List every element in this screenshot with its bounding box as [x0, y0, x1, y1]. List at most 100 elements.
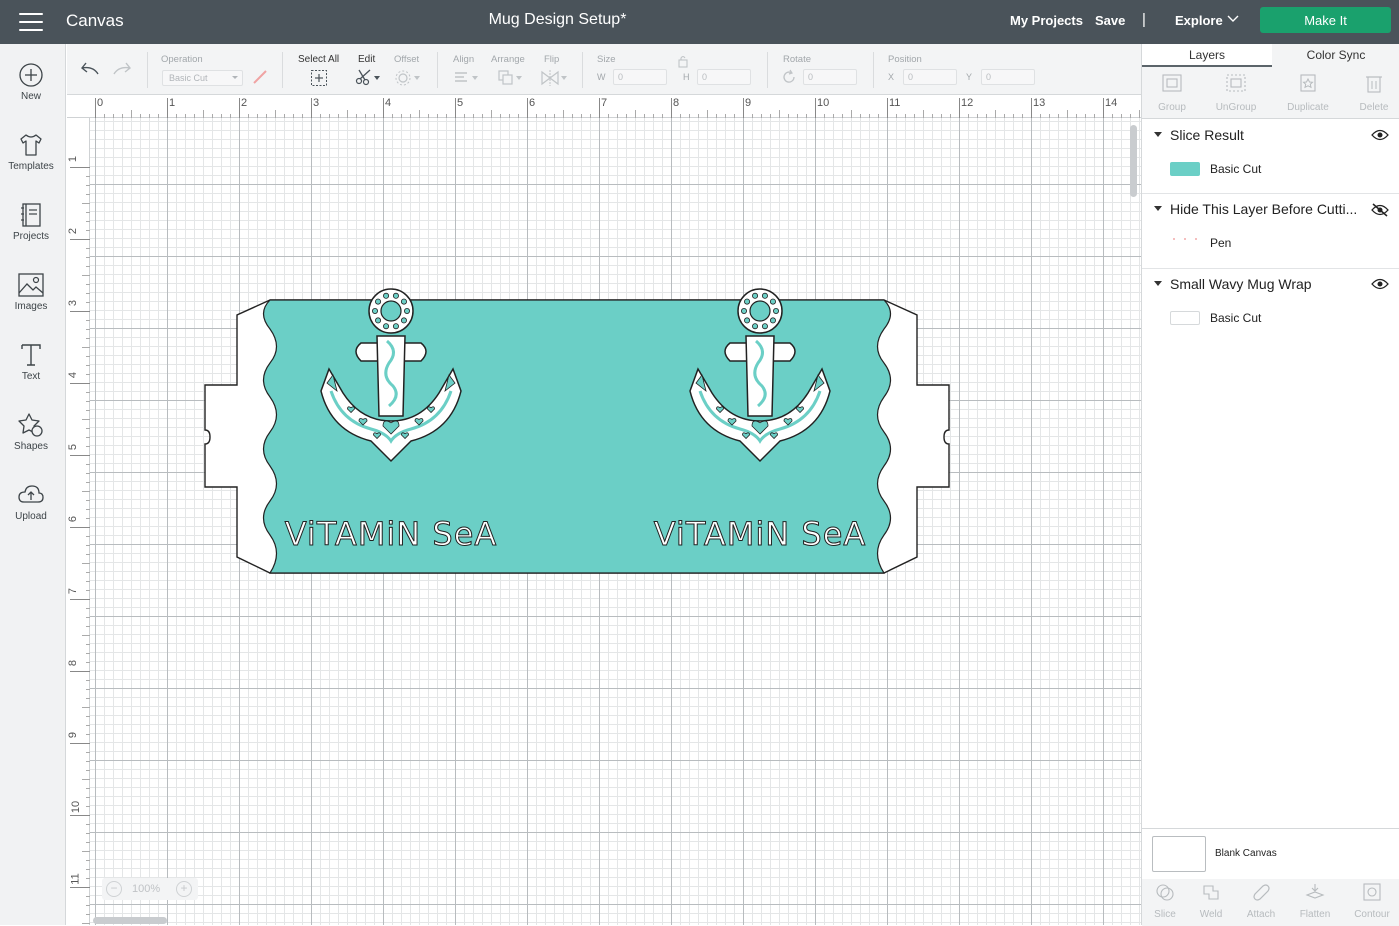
- vertical-scrollbar[interactable]: [1130, 125, 1137, 197]
- align-label: Align: [453, 54, 475, 65]
- select-all-icon[interactable]: [310, 69, 328, 87]
- pen-color-icon[interactable]: [251, 68, 269, 86]
- anchor-ring-dot: [375, 317, 382, 324]
- y-position-input[interactable]: 0: [981, 69, 1035, 85]
- horizontal-scrollbar[interactable]: [93, 917, 167, 924]
- duplicate-label: Duplicate: [1287, 102, 1329, 113]
- layer-item-label: Basic Cut: [1210, 162, 1262, 176]
- sidebar-item-upload[interactable]: Upload: [0, 482, 62, 544]
- toolbar-divider: [437, 52, 438, 88]
- flip-icon[interactable]: [540, 69, 568, 87]
- explore-menu[interactable]: Explore: [1175, 13, 1223, 28]
- sidebar-item-label: Images: [14, 301, 48, 312]
- layers-panel: Layers Color Sync Group UnGroup Duplicat…: [1140, 44, 1399, 926]
- image-icon: [18, 273, 44, 297]
- sidebar-item-label: Templates: [8, 161, 54, 172]
- anchor-ring-dot: [772, 308, 779, 315]
- width-input[interactable]: 0: [613, 69, 667, 85]
- slice-icon: [1156, 884, 1174, 901]
- slice-button[interactable]: Slice: [1140, 883, 1190, 920]
- layer-header[interactable]: Slice Result: [1142, 120, 1399, 150]
- expand-triangle-icon[interactable]: [1154, 206, 1162, 215]
- zoom-out-button[interactable]: −: [106, 881, 122, 897]
- offset-label: Offset: [394, 54, 420, 65]
- expand-triangle-icon[interactable]: [1154, 281, 1162, 290]
- group-button[interactable]: Group: [1142, 73, 1202, 113]
- operation-select[interactable]: Basic Cut: [162, 70, 243, 86]
- layer-item[interactable]: Basic Cut: [1142, 303, 1399, 333]
- blank-canvas-swatch[interactable]: [1152, 836, 1206, 872]
- eye-icon[interactable]: [1371, 129, 1389, 141]
- layer-swatch: [1170, 162, 1200, 176]
- anchor-ring-dot: [769, 317, 776, 324]
- duplicate-button[interactable]: Duplicate: [1278, 73, 1338, 113]
- pen-dots-swatch: [1173, 238, 1197, 240]
- redo-icon[interactable]: [111, 60, 133, 78]
- weld-icon: [1203, 885, 1219, 900]
- sidebar-item-new[interactable]: New: [0, 62, 62, 124]
- text-icon: [21, 344, 41, 366]
- sidebar-item-text[interactable]: Text: [0, 342, 62, 404]
- layer-header[interactable]: Hide This Layer Before Cutti...: [1142, 194, 1399, 224]
- sidebar-item-projects[interactable]: Projects: [0, 202, 62, 264]
- scissors-icon[interactable]: [355, 68, 381, 86]
- height-input[interactable]: 0: [697, 69, 751, 85]
- sidebar-item-label: Shapes: [14, 441, 48, 452]
- group-icon: [1162, 74, 1182, 92]
- layer-group: Hide This Layer Before Cutti... Pen: [1142, 194, 1399, 269]
- my-projects-link[interactable]: My Projects: [1010, 13, 1083, 28]
- rotate-label: Rotate: [783, 54, 811, 65]
- offset-icon[interactable]: [395, 69, 421, 87]
- anchor-ring-dot: [400, 298, 407, 305]
- paperclip-icon: [1253, 884, 1270, 901]
- layer-item[interactable]: Basic Cut: [1142, 154, 1399, 184]
- undo-icon[interactable]: [79, 60, 101, 78]
- document-title: Mug Design Setup*: [488, 11, 627, 28]
- toolbar-divider: [873, 52, 874, 88]
- attach-label: Attach: [1246, 909, 1276, 920]
- panel-tabs: Layers Color Sync: [1142, 44, 1399, 67]
- sidebar-item-templates[interactable]: Templates: [0, 132, 62, 194]
- rotate-icon: [783, 69, 795, 83]
- expand-triangle-icon[interactable]: [1154, 132, 1162, 141]
- x-position-input[interactable]: 0: [903, 69, 957, 85]
- flatten-button[interactable]: Flatten: [1290, 883, 1340, 920]
- rotate-input[interactable]: 0: [803, 69, 857, 85]
- contour-button[interactable]: Contour: [1347, 883, 1397, 920]
- ungroup-button[interactable]: UnGroup: [1206, 73, 1266, 113]
- arrange-icon[interactable]: [497, 69, 523, 87]
- layer-actions: Group UnGroup Duplicate Delete: [1142, 67, 1399, 119]
- sidebar-item-shapes[interactable]: Shapes: [0, 412, 62, 474]
- zoom-in-button[interactable]: +: [176, 881, 192, 897]
- attach-button[interactable]: Attach: [1236, 883, 1286, 920]
- mug-wrap-design[interactable]: ViTAMiN SeA ViTAMiN SeA: [67, 95, 1141, 925]
- sidebar-item-label: Projects: [12, 231, 50, 242]
- panel-footer: Blank Canvas Slice Weld Attach Flatten C…: [1140, 828, 1399, 926]
- delete-button[interactable]: Delete: [1344, 73, 1399, 113]
- tab-layers[interactable]: Layers: [1142, 44, 1272, 67]
- layer-group: Slice Result Basic Cut: [1142, 120, 1399, 194]
- lock-icon[interactable]: [677, 54, 689, 68]
- align-icon[interactable]: [453, 69, 479, 87]
- chevron-down-icon[interactable]: [1226, 14, 1240, 24]
- anchor-ring-dot: [400, 317, 407, 324]
- eye-icon[interactable]: [1371, 278, 1389, 290]
- height-letter: H: [683, 72, 690, 82]
- make-it-button[interactable]: Make It: [1260, 7, 1391, 33]
- weld-button[interactable]: Weld: [1186, 883, 1236, 920]
- layer-header[interactable]: Small Wavy Mug Wrap: [1142, 269, 1399, 299]
- save-link[interactable]: Save: [1095, 13, 1125, 28]
- eye-slash-icon[interactable]: [1371, 203, 1389, 217]
- flatten-label: Flatten: [1299, 909, 1331, 920]
- layer-item[interactable]: Pen: [1142, 228, 1399, 258]
- edit-label: Edit: [358, 54, 376, 65]
- design-canvas[interactable]: 0 1 2 3 4 5 6 7 8 9 10 11 12 13 14 1 2 3 4 5 6 7 8 9 10 11 ViTAM…: [67, 95, 1141, 925]
- layer-group: Small Wavy Mug Wrap Basic Cut: [1142, 269, 1399, 343]
- sidebar-item-label: Text: [21, 371, 41, 382]
- tshirt-icon: [20, 134, 42, 156]
- tab-color-sync[interactable]: Color Sync: [1272, 44, 1399, 67]
- sidebar-item-images[interactable]: Images: [0, 272, 62, 334]
- flatten-icon: [1305, 884, 1325, 899]
- operation-label: Operation: [161, 54, 203, 65]
- trash-icon: [1366, 76, 1382, 93]
